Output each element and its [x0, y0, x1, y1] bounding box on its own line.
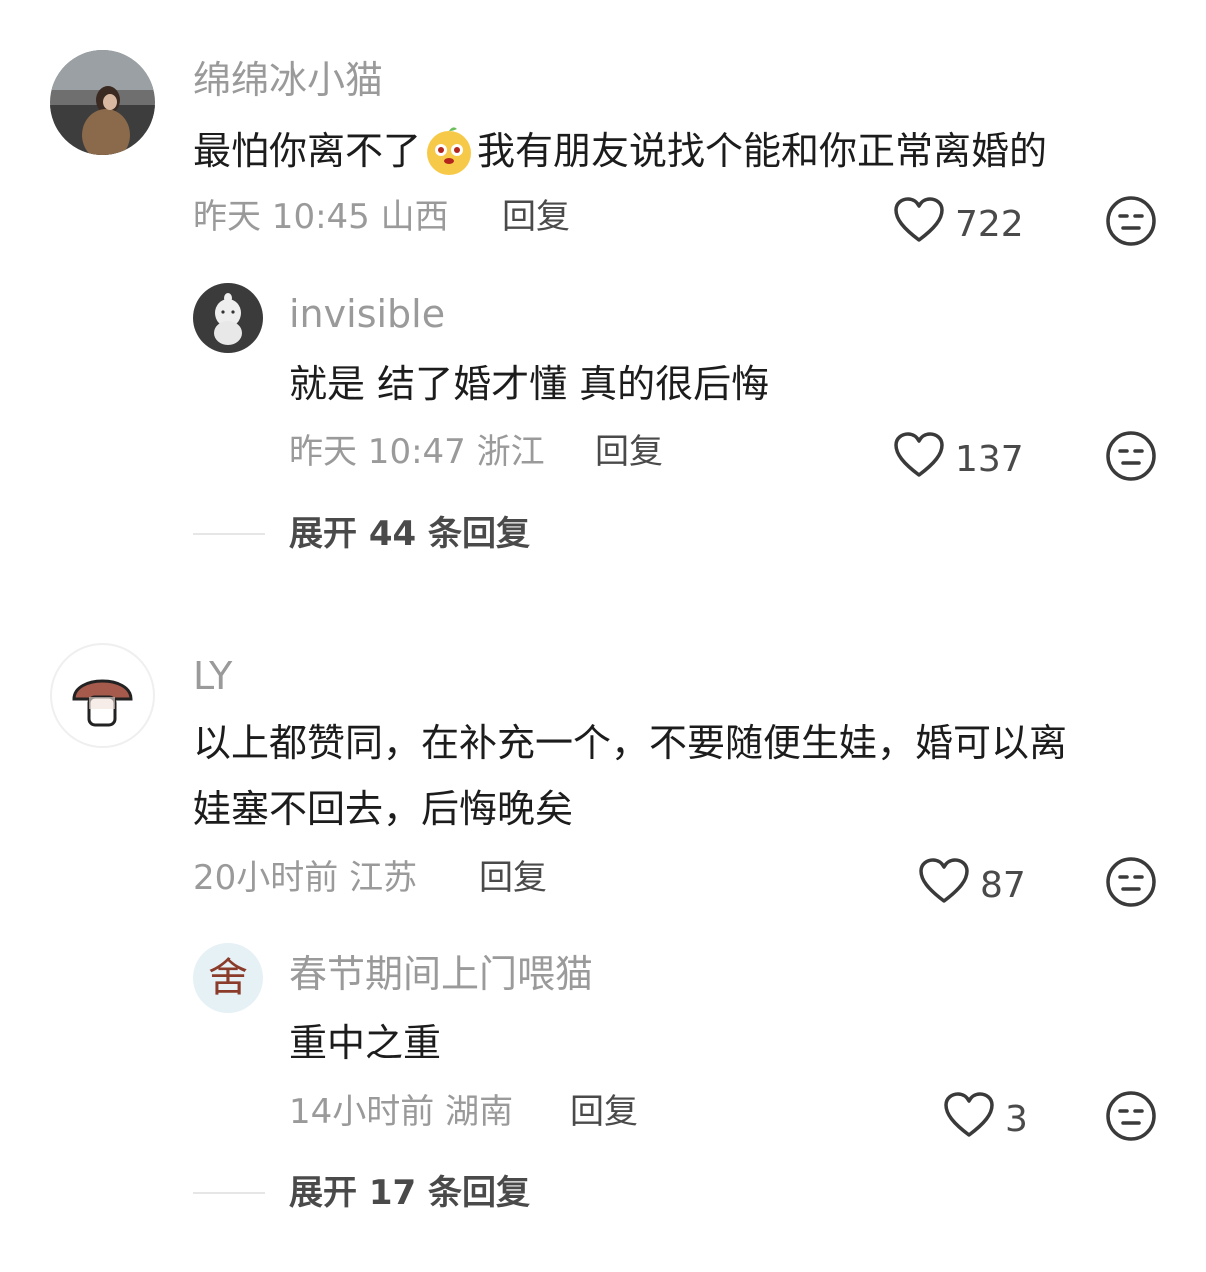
reply-button[interactable]: 回复 [595, 432, 663, 472]
reply-username[interactable]: invisible [289, 291, 445, 337]
comment-text-part2: 我有朋友说找个能和你正常离婚的 [477, 129, 1048, 173]
like-button[interactable]: 137 [893, 431, 1024, 488]
neutral-face-icon [1105, 1091, 1157, 1146]
expand-replies-label: 展开 44 条回复 [289, 514, 530, 554]
expand-replies-button[interactable]: 展开 44 条回复 [193, 514, 530, 554]
reply-username[interactable]: 春节期间上门喂猫 [289, 951, 593, 997]
expand-replies-label: 展开 17 条回复 [289, 1173, 530, 1213]
like-button[interactable]: 722 [893, 196, 1024, 253]
reply-time: 14小时前 湖南 [289, 1092, 513, 1132]
reply-location: 浙江 [476, 432, 545, 472]
neutral-face-icon [1105, 857, 1157, 912]
like-button[interactable]: 87 [918, 857, 1026, 914]
reply-text: 重中之重 [289, 1021, 442, 1065]
expand-replies-button[interactable]: 展开 17 条回复 [193, 1173, 530, 1213]
avatar-reply2[interactable]: 舍 [193, 943, 263, 1013]
comment-username[interactable]: 绵绵冰小猫 [193, 57, 383, 103]
dislike-button[interactable] [1105, 1090, 1157, 1146]
heart-outline-icon [893, 431, 945, 488]
like-count: 87 [980, 864, 1026, 906]
comment-text-line1: 以上都赞同，在补充一个，不要随便生娃，婚可以离 [193, 721, 1068, 765]
avatar-character: 舍 [208, 955, 248, 1001]
dislike-button[interactable] [1105, 195, 1157, 251]
neutral-face-icon [1105, 431, 1157, 486]
reply-location: 湖南 [445, 1092, 514, 1132]
reply-text: 就是 结了婚才懂 真的很后悔 [289, 362, 770, 406]
comment-text: 最怕你离不了 我有朋友说找个能和你正常离婚的 [193, 118, 1047, 184]
heart-outline-icon [918, 857, 970, 914]
reply-button[interactable]: 回复 [502, 197, 570, 237]
avatar-user2[interactable] [50, 643, 155, 748]
reply-time-text: 昨天 10:47 [289, 432, 466, 472]
heart-outline-icon [943, 1091, 995, 1148]
reply-time: 昨天 10:47 浙江 [289, 432, 545, 472]
reply-button[interactable]: 回复 [479, 858, 547, 898]
like-count: 3 [1005, 1098, 1028, 1140]
comment-time-text: 20小时前 [193, 858, 339, 898]
like-button[interactable]: 3 [943, 1091, 1028, 1148]
doge-face-emoji-icon [423, 125, 475, 177]
neutral-face-icon [1105, 196, 1157, 251]
like-count: 137 [955, 438, 1024, 480]
reply-time-text: 14小时前 [289, 1092, 435, 1132]
avatar-user1-image [50, 50, 155, 155]
comment-text-part1: 最怕你离不了 [193, 129, 422, 173]
comment-text-line2: 娃塞不回去，后悔晚矣 [193, 787, 574, 831]
mushroom-icon [72, 679, 133, 727]
avatar-reply1[interactable] [193, 283, 263, 353]
avatar-user1[interactable] [50, 50, 155, 155]
comment-time-text: 昨天 10:45 [193, 197, 370, 237]
avatar-reply1-image [193, 283, 263, 353]
dislike-button[interactable] [1105, 856, 1157, 912]
reply-button[interactable]: 回复 [570, 1092, 638, 1132]
comment-username[interactable]: LY [193, 653, 232, 699]
comment-location: 山西 [380, 197, 449, 237]
expand-divider [193, 1192, 265, 1194]
comment-time: 20小时前 江苏 [193, 858, 417, 898]
comment-location: 江苏 [349, 858, 418, 898]
comment-time: 昨天 10:45 山西 [193, 197, 449, 237]
heart-outline-icon [893, 196, 945, 253]
dislike-button[interactable] [1105, 430, 1157, 486]
like-count: 722 [955, 203, 1024, 245]
expand-divider [193, 533, 265, 535]
